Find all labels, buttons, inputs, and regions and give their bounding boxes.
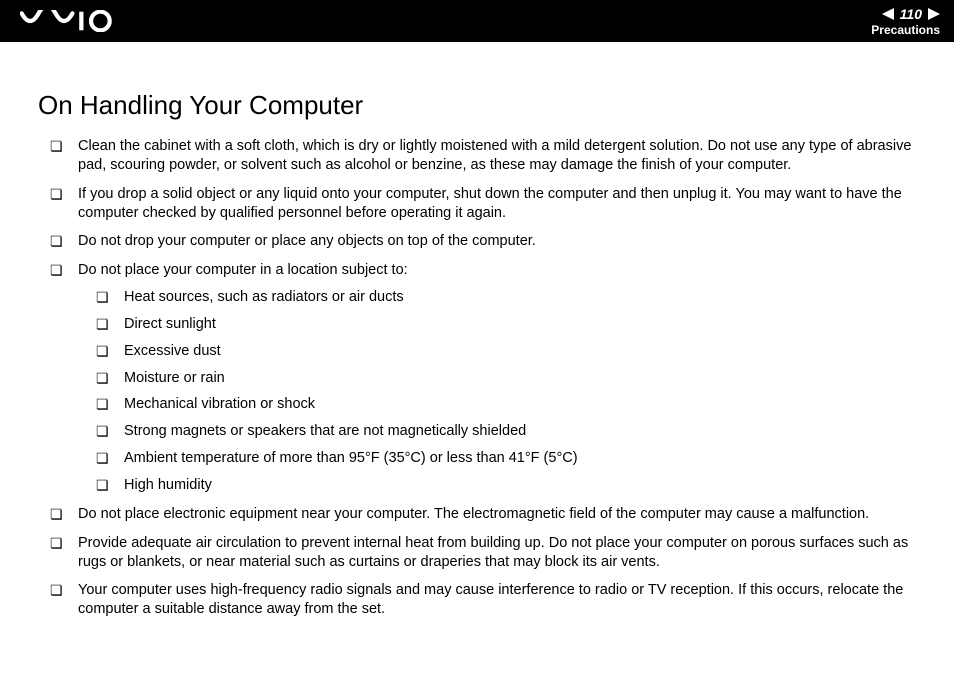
header-right: 110 Precautions — [871, 6, 940, 37]
page-header: 110 Precautions — [0, 0, 954, 42]
list-item: Strong magnets or speakers that are not … — [96, 422, 916, 441]
list-item: Moisture or rain — [96, 369, 916, 388]
page-title: On Handling Your Computer — [38, 90, 916, 121]
list-item: Ambient temperature of more than 95°F (3… — [96, 449, 916, 468]
list-item: Do not place electronic equipment near y… — [50, 505, 916, 524]
list-item: Do not place your computer in a location… — [50, 261, 916, 495]
list-item: Mechanical vibration or shock — [96, 395, 916, 414]
sub-bullet-list: Heat sources, such as radiators or air d… — [78, 288, 916, 495]
page-nav: 110 — [882, 6, 940, 22]
list-item: Provide adequate air circulation to prev… — [50, 534, 916, 572]
list-item: Direct sunlight — [96, 315, 916, 334]
list-item: Heat sources, such as radiators or air d… — [96, 288, 916, 307]
list-item: Clean the cabinet with a soft cloth, whi… — [50, 137, 916, 175]
page-number: 110 — [900, 6, 922, 22]
bullet-list: Clean the cabinet with a soft cloth, whi… — [38, 137, 916, 619]
nav-prev-icon[interactable] — [882, 8, 894, 20]
vaio-logo — [20, 10, 122, 32]
content: On Handling Your Computer Clean the cabi… — [0, 42, 954, 619]
list-item-text: Do not place your computer in a location… — [78, 262, 408, 278]
section-label: Precautions — [871, 23, 940, 37]
list-item: High humidity — [96, 476, 916, 495]
list-item: Do not drop your computer or place any o… — [50, 232, 916, 251]
nav-next-icon[interactable] — [928, 8, 940, 20]
list-item: Your computer uses high-frequency radio … — [50, 581, 916, 619]
list-item: If you drop a solid object or any liquid… — [50, 185, 916, 223]
list-item: Excessive dust — [96, 342, 916, 361]
